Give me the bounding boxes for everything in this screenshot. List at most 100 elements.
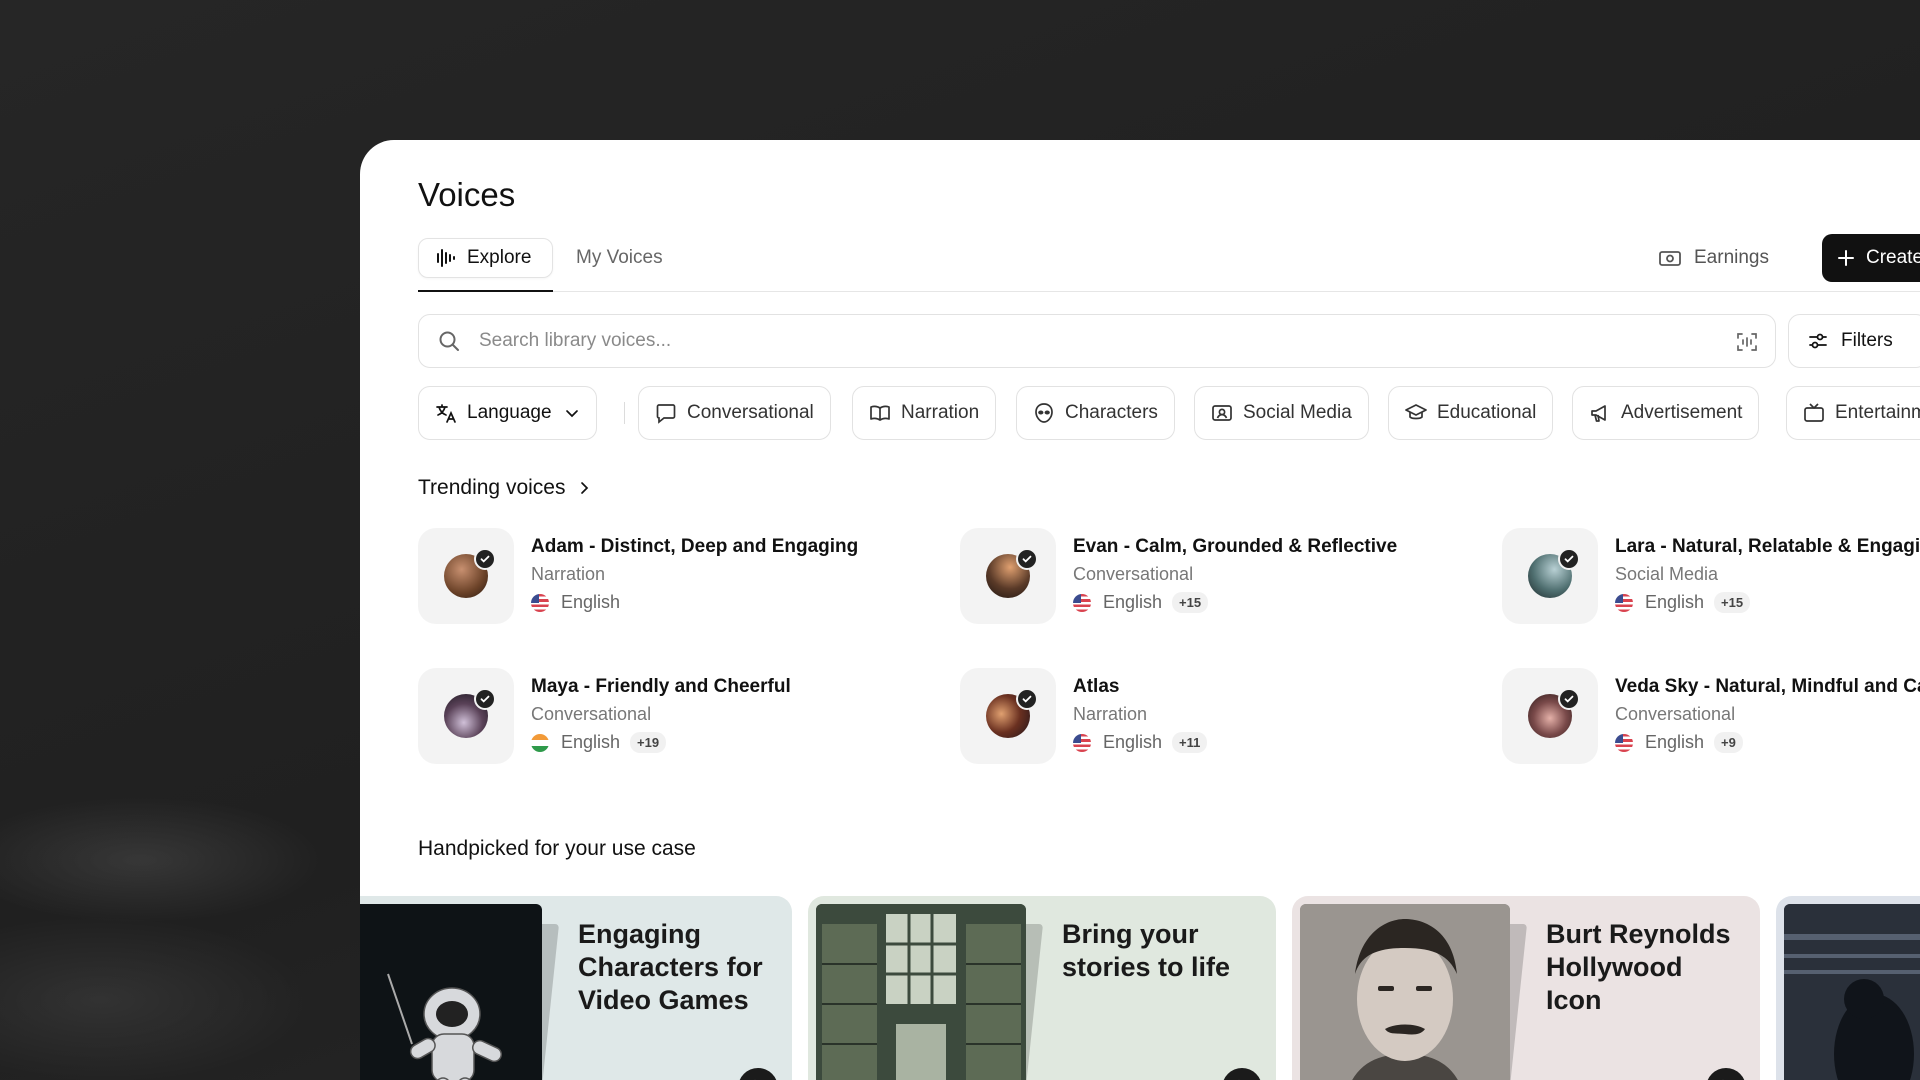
chip-conversational-label: Conversational: [687, 402, 814, 423]
voice-name: Adam - Distinct, Deep and Engaging: [531, 536, 859, 557]
voice-card[interactable]: Lara - Natural, Relatable & Engaging Soc…: [1502, 528, 1920, 624]
chip-social-media-label: Social Media: [1243, 402, 1352, 423]
chip-advertisement[interactable]: Advertisement: [1572, 386, 1760, 440]
search-icon: [437, 329, 461, 353]
earnings-button[interactable]: Earnings: [1658, 238, 1769, 278]
voice-language: English +9: [1615, 732, 1743, 753]
library-image: [816, 904, 1026, 1080]
voice-category: Conversational: [1615, 704, 1736, 724]
tab-explore[interactable]: Explore: [418, 238, 553, 292]
earnings-label: Earnings: [1694, 247, 1769, 268]
tab-my-voices-label: My Voices: [576, 247, 663, 268]
translate-icon: [435, 402, 457, 424]
voice-language-label: English: [1103, 732, 1163, 752]
voice-category: Narration: [531, 564, 606, 584]
portrait-image: [1300, 904, 1510, 1080]
voice-language: English +15: [1073, 592, 1209, 613]
filters-label: Filters: [1841, 330, 1893, 351]
us-flag-icon: [1073, 593, 1091, 612]
chip-educational[interactable]: Educational: [1388, 386, 1554, 440]
voice-language-label: English: [1645, 592, 1705, 612]
arrow-right-icon[interactable]: [1706, 1068, 1746, 1080]
stadium-illustration: [1784, 904, 1920, 1080]
extra-languages-badge: +9: [1714, 732, 1743, 753]
graduation-cap-icon: [1405, 402, 1427, 424]
chip-divider: [624, 402, 625, 424]
voice-language-label: English: [561, 732, 621, 752]
handpicked-card-video-games[interactable]: Engaging Characters for Video Games: [360, 896, 792, 1080]
voice-language-label: English: [561, 592, 621, 612]
chip-language[interactable]: Language: [418, 386, 597, 440]
voice-name: Atlas: [1073, 676, 1120, 697]
chip-entertainment-label: Entertainment: [1835, 402, 1920, 423]
voice-card[interactable]: Evan - Calm, Grounded & Reflective Conve…: [960, 528, 1500, 624]
voice-name: Evan - Calm, Grounded & Reflective: [1073, 536, 1398, 557]
library-illustration: [816, 904, 1026, 1080]
create-button[interactable]: Create: [1822, 234, 1920, 282]
chip-conversational[interactable]: Conversational: [638, 386, 831, 440]
avatar-tile: [1502, 528, 1598, 624]
us-flag-icon: [1615, 593, 1633, 612]
card-title: Burt Reynolds Hollywood Icon: [1546, 919, 1731, 1015]
handpicked-title-label: Handpicked for your use case: [418, 837, 696, 860]
voice-card[interactable]: Maya - Friendly and Cheerful Conversatio…: [418, 668, 958, 764]
verified-badge-icon: [1558, 688, 1580, 710]
voice-card[interactable]: Veda Sky - Natural, Mindful and Calm Con…: [1502, 668, 1920, 764]
verified-badge-icon: [1558, 548, 1580, 570]
voice-language: English: [531, 592, 620, 613]
arrow-right-icon[interactable]: [1222, 1068, 1262, 1080]
voice-language-label: English: [1103, 592, 1163, 612]
filters-button[interactable]: Filters: [1788, 314, 1920, 368]
us-flag-icon: [1615, 733, 1633, 752]
tab-explore-label: Explore: [467, 247, 532, 268]
extra-languages-badge: +19: [630, 732, 667, 753]
extra-languages-badge: +11: [1172, 732, 1208, 753]
voice-category: Conversational: [531, 704, 652, 724]
chip-narration-label: Narration: [901, 402, 980, 423]
chip-narration[interactable]: Narration: [852, 386, 997, 440]
verified-badge-icon: [1016, 548, 1038, 570]
cash-icon: [1658, 246, 1682, 270]
megaphone-icon: [1589, 402, 1611, 424]
handpicked-title: Handpicked for your use case: [418, 837, 696, 861]
voice-category: Narration: [1073, 704, 1148, 724]
search-input[interactable]: [479, 325, 1699, 357]
arrow-right-icon[interactable]: [738, 1068, 778, 1080]
avatar-tile: [418, 668, 514, 764]
alien-face-icon: [1033, 402, 1055, 424]
astronaut-illustration: [387, 973, 503, 1080]
voice-card[interactable]: Atlas Narration English +11: [960, 668, 1500, 764]
avatar-tile: [1502, 668, 1598, 764]
voice-card[interactable]: Adam - Distinct, Deep and Engaging Narra…: [418, 528, 958, 624]
tab-my-voices[interactable]: My Voices: [568, 238, 663, 278]
tv-icon: [1803, 402, 1825, 424]
voice-language-label: English: [1645, 732, 1705, 752]
chip-advertisement-label: Advertisement: [1621, 402, 1743, 423]
us-flag-icon: [1073, 733, 1091, 752]
trending-voices-link[interactable]: Trending voices: [418, 476, 593, 500]
voice-name: Veda Sky - Natural, Mindful and Calm: [1615, 676, 1920, 697]
chip-social-media[interactable]: Social Media: [1194, 386, 1369, 440]
portrait-illustration: [1300, 904, 1510, 1080]
handpicked-card-burt-reynolds[interactable]: Burt Reynolds Hollywood Icon: [1292, 896, 1760, 1080]
astronaut-image: [360, 904, 542, 1080]
chip-entertainment[interactable]: Entertainment: [1786, 386, 1920, 440]
chip-characters[interactable]: Characters: [1016, 386, 1175, 440]
voice-scan-icon[interactable]: [1735, 330, 1759, 354]
waveform-icon: [435, 247, 457, 269]
card-title: Bring your stories to life: [1062, 919, 1231, 982]
chip-characters-label: Characters: [1065, 402, 1158, 423]
handpicked-card-stories[interactable]: Bring your stories to life: [808, 896, 1276, 1080]
chip-educational-label: Educational: [1437, 402, 1537, 423]
india-flag-icon: [531, 733, 549, 752]
avatar-tile: [960, 528, 1056, 624]
voice-name: Maya - Friendly and Cheerful: [531, 676, 791, 697]
stadium-image: [1784, 904, 1920, 1080]
verified-badge-icon: [474, 548, 496, 570]
chip-language-label: Language: [467, 402, 552, 423]
handpicked-card-4[interactable]: [1776, 896, 1920, 1080]
voices-panel: Voices Explore My Voices Earnings Create: [360, 140, 1920, 1080]
voice-name: Lara - Natural, Relatable & Engaging: [1615, 536, 1920, 557]
voice-language: English +11: [1073, 732, 1208, 753]
page-title: Voices: [418, 176, 516, 213]
